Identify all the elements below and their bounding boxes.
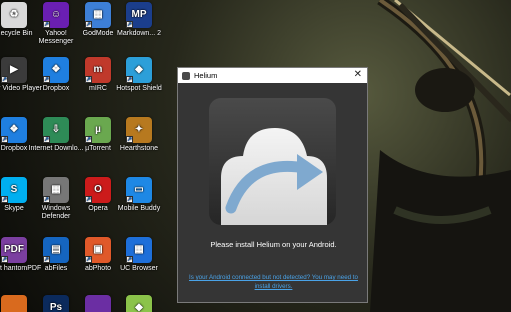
desktop-shortcut-label: Hearthstone [119,145,159,152]
desktop-shortcut-label: Mobile Buddy [117,205,161,212]
helium-app-icon [182,71,190,80]
internet-download-manager-icon: ⇩ ↗ [43,117,69,143]
drivers-link[interactable]: Is your Android connected but not detect… [184,273,363,291]
shortcut-arrow-icon: ↗ [1,136,8,143]
opera-icon: O ↗ [85,177,111,203]
windows-defender-icon: ▦ ↗ [43,177,69,203]
desktop-shortcut[interactable]: ▦ ↗ UC Browser [111,237,167,273]
desktop-shortcut[interactable]: ◆ ↗ Hotspot Shield [111,57,167,93]
app-icon: ↗ [85,295,111,312]
shortcut-arrow-icon: ↗ [126,76,133,83]
desktop-shortcut-label: Markdown... 2 [117,30,161,37]
bluestacks-icon: ◆↗ [126,295,152,312]
desktop-shortcut-label: UC Browser [120,265,158,272]
shortcut-arrow-icon: ↗ [43,256,50,263]
desktop: ♻Recycle Bin☺↗Yahoo! Messenger▦↗GodModeM… [0,0,511,312]
mirc-icon: m ↗ [85,57,111,83]
desktop-shortcut[interactable]: MP ↗ Markdown... 2 [111,2,167,38]
shortcut-arrow-icon: ↗ [43,136,50,143]
shortcut-arrow-icon: ↗ [126,136,133,143]
hearthstone-icon: ✦ ↗ [126,117,152,143]
shortcut-arrow-icon: ↗ [43,196,50,203]
close-icon[interactable]: ✕ [354,69,362,80]
shortcut-arrow-icon: ↗ [85,196,92,203]
desktop-shortcut[interactable]: ◆↗ [111,295,167,312]
shortcut-arrow-icon: ↗ [43,76,50,83]
uc-browser-icon: ▦ ↗ [126,237,152,263]
shortcut-arrow-icon: ↗ [43,21,50,28]
foxit-phantompdf-icon: PDF ↗ [1,237,27,263]
shortcut-arrow-icon: ↗ [1,256,8,263]
abfiles-icon: ▤ ↗ [43,237,69,263]
acer-video-player-icon: ▶ ↗ [1,57,27,83]
desktop-shortcut[interactable]: ✦ ↗ Hearthstone [111,117,167,153]
shortcut-arrow-icon: ↗ [85,21,92,28]
app-icon: ↗ [1,295,27,312]
yahoo-messenger-icon: ☺ ↗ [43,2,69,28]
dropbox-icon: ❖ ↗ [43,57,69,83]
shortcut-arrow-icon: ↗ [126,21,133,28]
utorrent-icon: µ ↗ [85,117,111,143]
install-message: Please install Helium on your Android. [210,240,337,249]
hotspot-shield-icon: ◆ ↗ [126,57,152,83]
shortcut-arrow-icon: ↗ [126,196,133,203]
skype-icon: S ↗ [1,177,27,203]
shortcut-arrow-icon: ↗ [1,76,8,83]
recycle-bin-icon: ♻ [1,2,27,28]
shortcut-arrow-icon: ↗ [1,196,8,203]
shortcut-arrow-icon: ↗ [85,136,92,143]
mobile-buddy-icon: ▭ ↗ [126,177,152,203]
markdownpad-icon: MP ↗ [126,2,152,28]
window-titlebar[interactable]: Helium ✕ [178,68,367,83]
shortcut-arrow-icon: ↗ [126,256,133,263]
helium-window: Helium ✕ Please install Helium on your A… [177,67,368,303]
desktop-shortcut-label: Hotspot Shield [116,85,162,92]
shortcut-arrow-icon: ↗ [85,256,92,263]
dropbox-icon: ❖ ↗ [1,117,27,143]
shortcut-arrow-icon: ↗ [85,76,92,83]
window-title: Helium [194,71,218,80]
photoshop-icon: Ps↗ [43,295,69,312]
helium-logo [209,98,336,225]
godmode-icon: ▦ ↗ [85,2,111,28]
desktop-shortcut[interactable]: ▭ ↗ Mobile Buddy [111,177,167,213]
abphoto-icon: ▣ ↗ [85,237,111,263]
